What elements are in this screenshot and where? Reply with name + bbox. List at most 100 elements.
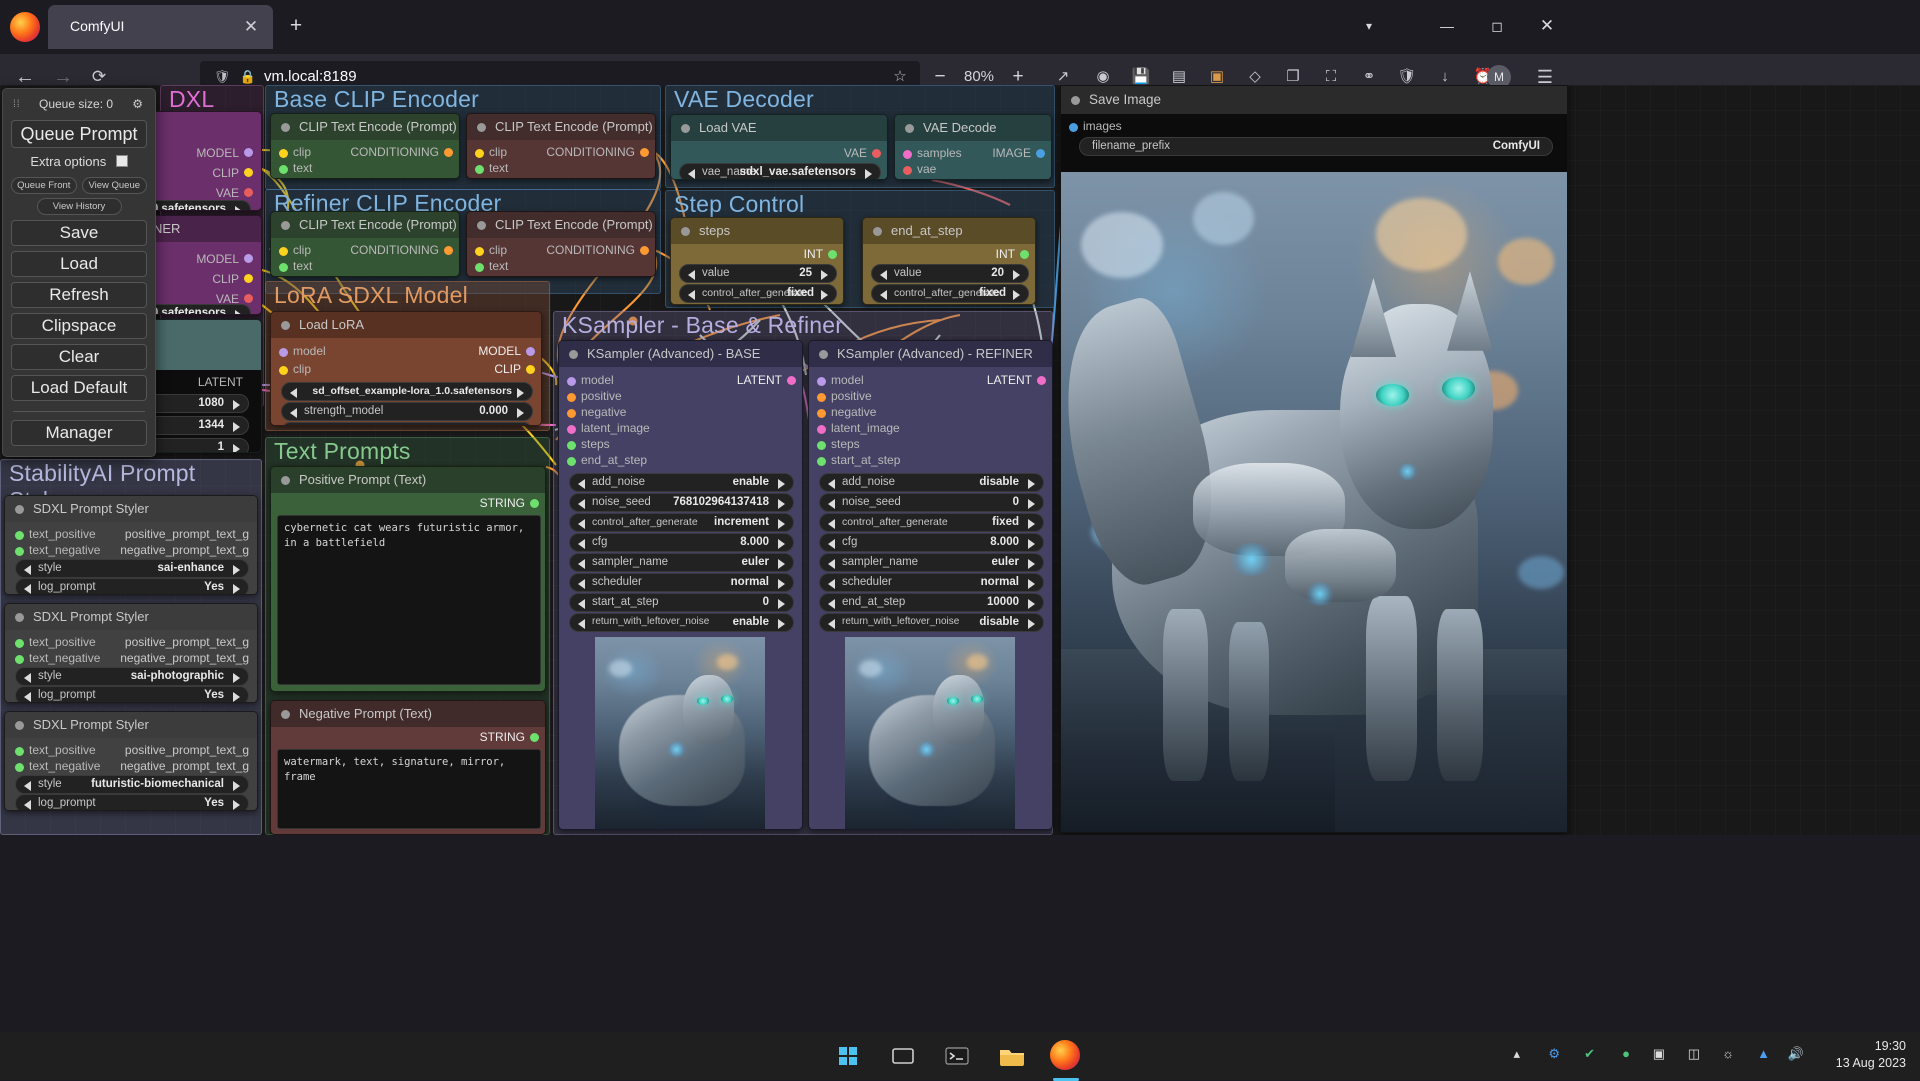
dot-latent[interactable] xyxy=(787,376,796,385)
view-queue-button[interactable]: View Queue xyxy=(82,177,148,194)
dot-image[interactable] xyxy=(1036,149,1045,158)
node-clip-base-negative[interactable]: CLIP Text Encode (Prompt) clip text COND… xyxy=(466,113,656,179)
chevron-right-icon[interactable] xyxy=(778,579,785,589)
node-sdxl-prompt-styler-3[interactable]: SDXL Prompt Styler text_positive positiv… xyxy=(4,711,258,811)
dot-samples-in[interactable] xyxy=(903,150,912,159)
collapse-dot-icon[interactable] xyxy=(15,613,24,622)
collapse-dot-icon[interactable] xyxy=(681,124,690,133)
slot-string-out[interactable]: STRING xyxy=(480,730,525,744)
widget-base-control-after-generate[interactable]: control_after_generate increment xyxy=(569,513,794,532)
widget-log-prompt-2[interactable]: log_prompt Yes xyxy=(15,686,249,703)
new-tab-button[interactable]: + xyxy=(282,12,310,40)
node-vae-decode[interactable]: VAE Decode samples vae IMAGE xyxy=(894,114,1052,180)
chevron-left-icon[interactable] xyxy=(828,519,835,529)
dot-text-negative[interactable] xyxy=(15,547,24,556)
browser-tab[interactable]: ComfyUI ✕ xyxy=(48,5,273,49)
dot-string[interactable] xyxy=(530,499,539,508)
chevron-left-icon[interactable] xyxy=(24,673,31,683)
slot-latent-out[interactable]: LATENT xyxy=(987,373,1032,387)
collapse-dot-icon[interactable] xyxy=(1071,96,1080,105)
chevron-right-icon[interactable] xyxy=(517,388,524,398)
slot-string-out[interactable]: STRING xyxy=(480,496,525,510)
dot-start-at-step-in[interactable] xyxy=(817,457,826,466)
taskbar-clock[interactable]: 19:30 13 Aug 2023 xyxy=(1814,1038,1906,1072)
chevron-right-icon[interactable] xyxy=(233,422,240,432)
dot-negative-in[interactable] xyxy=(817,409,826,418)
dot-latent-image-in[interactable] xyxy=(817,425,826,434)
chevron-left-icon[interactable] xyxy=(290,408,297,418)
widget-refiner-end-at-step[interactable]: end_at_step 10000 xyxy=(819,593,1044,612)
dot-text-in[interactable] xyxy=(475,165,484,174)
positive-prompt-textarea[interactable]: cybernetic cat wears futuristic armor, i… xyxy=(277,515,541,685)
queue-front-button[interactable]: Queue Front xyxy=(11,177,77,194)
widget-lora-name[interactable]: sd_offset_example-lora_1.0.safetensors xyxy=(281,382,533,401)
chevron-right-icon[interactable] xyxy=(233,673,240,683)
slot-int-out[interactable]: INT xyxy=(804,247,823,261)
chevron-left-icon[interactable] xyxy=(24,692,31,702)
chevron-left-icon[interactable] xyxy=(24,800,31,810)
chevron-right-icon[interactable] xyxy=(778,479,785,489)
start-icon[interactable] xyxy=(832,1040,864,1072)
chevron-left-icon[interactable] xyxy=(578,559,585,569)
dot-steps-in[interactable] xyxy=(817,441,826,450)
widget-steps-control[interactable]: control_after_generate fixed xyxy=(679,284,837,303)
chevron-right-icon[interactable] xyxy=(233,400,240,410)
dot-string[interactable] xyxy=(530,733,539,742)
dot-conditioning[interactable] xyxy=(640,148,649,157)
slot-model-out[interactable]: MODEL xyxy=(196,146,239,160)
dot-model[interactable] xyxy=(244,254,253,263)
dot-text-negative[interactable] xyxy=(15,655,24,664)
chevron-left-icon[interactable] xyxy=(578,519,585,529)
dot-clip-in[interactable] xyxy=(279,247,288,256)
dot-int[interactable] xyxy=(1020,250,1029,259)
slot-latent-out[interactable]: LATENT xyxy=(198,375,243,389)
file-explorer-icon[interactable] xyxy=(996,1040,1028,1072)
chevron-left-icon[interactable] xyxy=(578,499,585,509)
node-clip-base-positive[interactable]: CLIP Text Encode (Prompt) clip text COND… xyxy=(270,113,460,179)
widget-style-1[interactable]: style sai-enhance xyxy=(15,559,249,578)
widget-ckpt-name-refiner[interactable]: 0.safetensors xyxy=(150,304,251,315)
chevron-left-icon[interactable] xyxy=(828,599,835,609)
widget-ckpt-name-base[interactable]: 0.safetensors xyxy=(150,200,251,211)
widget-end-at-step-control[interactable]: control_after_generate fixed xyxy=(871,284,1029,303)
dot-vae-in[interactable] xyxy=(903,166,912,175)
slot-conditioning-out[interactable]: CONDITIONING xyxy=(350,145,439,159)
collapse-dot-icon[interactable] xyxy=(281,710,290,719)
node-load-lora[interactable]: Load LoRA model clip MODEL CLIP sd_offse… xyxy=(270,311,542,426)
slot-clip-out[interactable]: CLIP xyxy=(212,272,239,286)
widget-filename-prefix[interactable]: filename_prefix ComfyUI xyxy=(1079,137,1553,156)
chevron-left-icon[interactable] xyxy=(828,579,835,589)
collapse-dot-icon[interactable] xyxy=(281,221,290,230)
collapse-dot-icon[interactable] xyxy=(819,350,828,359)
slot-conditioning-out[interactable]: CONDITIONING xyxy=(350,243,439,257)
node-ksampler-refiner[interactable]: KSampler (Advanced) - REFINER model posi… xyxy=(808,340,1053,830)
widget-base-sampler-name[interactable]: sampler_name euler xyxy=(569,553,794,572)
chevron-left-icon[interactable] xyxy=(290,388,297,398)
display-icon[interactable]: ▣ xyxy=(1653,1046,1665,1062)
chevron-left-icon[interactable] xyxy=(828,619,835,629)
collapse-dot-icon[interactable] xyxy=(15,721,24,730)
node-steps-primitive[interactable]: steps INT value 25 control_after_generat… xyxy=(670,217,844,305)
shield-icon[interactable]: 🛡 xyxy=(212,67,232,87)
shield-check-icon[interactable]: ✔ xyxy=(1584,1046,1595,1062)
widget-refiner-add-noise[interactable]: add_noise disable xyxy=(819,473,1044,492)
chevron-left-icon[interactable] xyxy=(24,565,31,575)
chevron-left-icon[interactable] xyxy=(828,559,835,569)
chevron-right-icon[interactable] xyxy=(233,692,240,702)
dot-model-in[interactable] xyxy=(279,348,288,357)
dot-clip[interactable] xyxy=(244,274,253,283)
dot-text-positive[interactable] xyxy=(15,747,24,756)
dot-model-out[interactable] xyxy=(526,347,535,356)
chevron-left-icon[interactable] xyxy=(578,599,585,609)
chevron-left-icon[interactable] xyxy=(24,781,31,791)
dot-clip-in[interactable] xyxy=(279,149,288,158)
widget-refiner-noise-seed[interactable]: noise_seed 0 xyxy=(819,493,1044,512)
dot-int[interactable] xyxy=(828,250,837,259)
clear-button[interactable]: Clear xyxy=(11,344,147,370)
manager-button[interactable]: Manager xyxy=(11,420,147,446)
chevron-right-icon[interactable] xyxy=(821,270,828,280)
dot-steps-in[interactable] xyxy=(567,441,576,450)
security-icon[interactable]: ● xyxy=(1622,1046,1630,1061)
slot-model-out[interactable]: MODEL xyxy=(478,344,521,358)
dot-conditioning[interactable] xyxy=(444,246,453,255)
